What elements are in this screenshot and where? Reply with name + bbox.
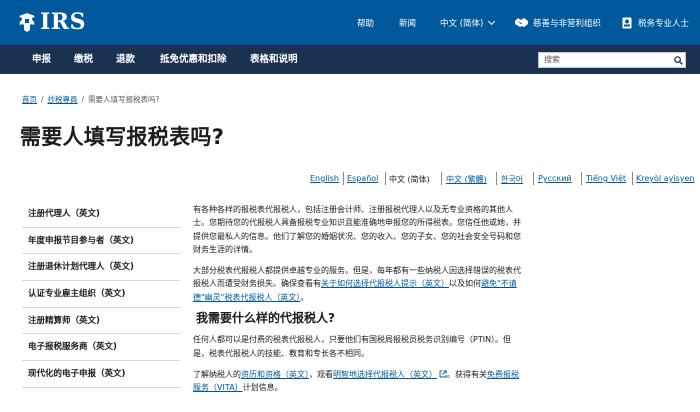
lang-link-haitian-creole-label[interactable]: Kreyòl ayisyen	[636, 174, 694, 183]
lang-link-english[interactable]: English	[310, 174, 339, 186]
nav-item-file[interactable]: 申报	[32, 45, 51, 74]
lang-divider	[581, 172, 582, 185]
choose-wisely-link[interactable]: 明智地选择代报税人（英文）	[333, 370, 437, 379]
breadcrumb-current: 需要人填写报税表吗?	[88, 95, 160, 104]
language-selector-label: 中文 (简体)	[440, 18, 484, 29]
lang-link-russian[interactable]: Русский	[538, 174, 572, 186]
lang-link-vietnamese[interactable]: Tiếng Việt	[586, 174, 626, 186]
lang-link-russian-label[interactable]: Русский	[538, 174, 572, 183]
text-fragment: 。	[300, 292, 309, 302]
logo-text: IRS	[40, 9, 86, 35]
search-input[interactable]: 搜索	[538, 52, 672, 68]
lang-link-traditional-chinese-label[interactable]: 中文 (繁體)	[446, 175, 487, 184]
breadcrumb-separator: /	[41, 95, 44, 104]
tax-pros-link[interactable]: 税务专业人士	[622, 0, 689, 45]
text-fragment: 计划信息。	[242, 383, 283, 393]
sidebar-item-retirement-plan-agents[interactable]: 注册退休计划代理人（英文)	[22, 254, 180, 282]
charities-link[interactable]: 慈善与非营利组织	[515, 0, 601, 45]
eagle-icon	[19, 13, 35, 32]
tax-pros-label: 税务专业人士	[638, 18, 690, 29]
text-fragment: 了解纳税人的	[193, 369, 241, 379]
lang-divider	[343, 172, 344, 185]
top-bar: IRS 帮助 新闻 中文 (简体) 慈善与非营利组织 税务专业人士	[0, 0, 700, 45]
lang-link-english-label[interactable]: English	[310, 174, 339, 183]
lang-divider	[632, 172, 633, 185]
lang-divider	[533, 172, 534, 185]
nav-item-credits-deductions[interactable]: 抵免优惠和扣除	[160, 45, 227, 74]
irs-logo[interactable]: IRS	[17, 9, 86, 35]
lang-current-simplified-chinese: 中文 (简体)	[389, 175, 430, 184]
lang-divider	[385, 172, 386, 185]
nav-item-refunds[interactable]: 退款	[116, 45, 135, 74]
lang-divider	[496, 172, 497, 185]
sidebar-item-enrolled-actuaries[interactable]: 注册精算师（英文)	[22, 308, 180, 335]
intro-paragraph: 有各种各样的报税表代报税人，包括注册会计师、注册报税代理人以及无专业资格的其他人…	[193, 205, 521, 254]
search-icon	[673, 55, 683, 65]
lang-link-korean[interactable]: 한국어	[501, 174, 523, 186]
breadcrumb-separator: /	[81, 95, 85, 104]
text-fragment: ，观看	[309, 369, 333, 379]
sidebar-item-enrolled-agents[interactable]: 注册代理人（英文)	[22, 201, 180, 228]
section-heading: 我需要什么样的代报税人?	[196, 311, 335, 326]
help-link[interactable]: 帮助	[357, 0, 374, 45]
lang-link-vietnamese-label[interactable]: Tiếng Việt	[586, 174, 626, 183]
lang-link-korean-label[interactable]: 한국어	[501, 175, 523, 184]
language-selector[interactable]: 中文 (简体)	[440, 0, 496, 45]
breadcrumb: 首页 / 抄税專員 / 需要人填写报税表吗?	[22, 94, 160, 105]
preparer-warning-paragraph: 大部分税表代报税人都提供卓越专业的服务。但是，每年都有一些纳税人因选择错误的税表…	[193, 264, 523, 304]
lang-link-haitian-creole[interactable]: Kreyòl ayisyen	[636, 174, 694, 186]
id-badge-icon	[622, 17, 632, 28]
text-fragment: 。获得有关	[447, 369, 487, 379]
sidebar-nav: 注册代理人（英文) 年度申报节目参与者（英文) 注册退休计划代理人（英文) 认证…	[22, 201, 180, 388]
choosing-preparer-tips-link[interactable]: 关于如何选择代报税人提示（英文）	[321, 279, 449, 288]
ptin-paragraph: 任何人都可以是付费的税表代报税人，只要他们有国税局报税员税务识别编号（PTIN）…	[193, 335, 512, 358]
main-content: 有各种各样的报税表代报税人，包括注册会计师、注册报税代理人以及无专业资格的其他人…	[193, 203, 523, 403]
lang-divider	[441, 172, 442, 185]
sidebar-item-modernized-e-file[interactable]: 现代化的电子申报（英文)	[22, 361, 180, 388]
handshake-icon	[515, 18, 528, 27]
lang-link-traditional-chinese[interactable]: 中文 (繁體)	[446, 174, 487, 186]
charities-label: 慈善与非营利组织	[533, 18, 602, 29]
breadcrumb-section[interactable]: 抄税專員	[48, 95, 78, 104]
sidebar-item-certified-peo[interactable]: 认证专业雇主组织（英文)	[22, 281, 180, 308]
sidebar-item-annual-filing-season[interactable]: 年度申报节目参与者（英文)	[22, 228, 180, 255]
page-title: 需要人填写报税表吗?	[20, 125, 225, 149]
nav-item-forms-instructions[interactable]: 表格和说明	[250, 45, 298, 74]
credentials-link[interactable]: 资历和资格（英文）	[241, 370, 309, 379]
sidebar-item-e-file-providers[interactable]: 电子报税服务商（英文)	[22, 334, 180, 362]
credentials-paragraph: 了解纳税人的资历和资格（英文），观看明智地选择代报税人（英文） 。获得有关免费报税…	[193, 368, 523, 395]
text-fragment: 以及如何	[449, 279, 481, 289]
breadcrumb-home[interactable]: 首页	[22, 95, 37, 104]
external-link-icon	[439, 370, 447, 378]
lang-link-spanish[interactable]: Español	[347, 174, 378, 186]
lang-link-spanish-label[interactable]: Español	[347, 174, 378, 183]
nav-item-pay[interactable]: 缴税	[74, 45, 93, 74]
search-button[interactable]	[671, 52, 686, 68]
news-link[interactable]: 新闻	[399, 0, 416, 45]
chevron-down-icon	[488, 17, 496, 25]
